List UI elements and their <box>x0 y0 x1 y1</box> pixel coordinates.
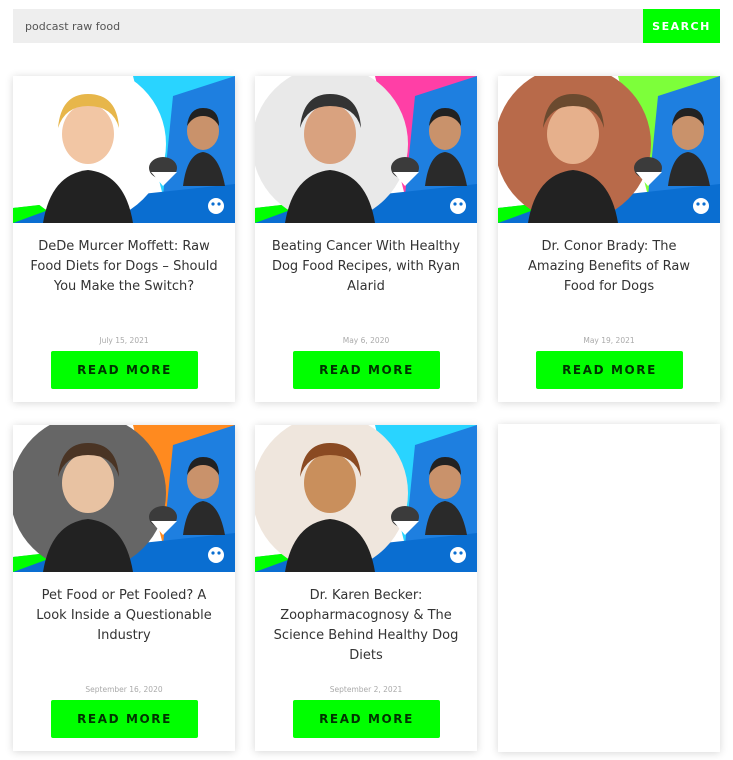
post-title[interactable]: Dr. Conor Brady: The Amazing Benefits of… <box>512 237 706 297</box>
thumbnail-graphic <box>255 425 477 572</box>
thumbnail-graphic <box>13 425 235 572</box>
post-card[interactable]: Dr. Conor Brady: The Amazing Benefits of… <box>498 76 720 402</box>
post-thumbnail[interactable] <box>13 76 235 223</box>
post-date: September 16, 2020 <box>85 685 163 694</box>
search-bar: SEARCH <box>13 9 720 43</box>
post-thumbnail[interactable] <box>13 425 235 572</box>
search-input[interactable] <box>13 9 643 43</box>
post-thumbnail[interactable] <box>255 425 477 572</box>
read-more-button[interactable]: READ MORE <box>536 351 683 389</box>
post-card[interactable]: Beating Cancer With Healthy Dog Food Rec… <box>255 76 477 402</box>
post-title[interactable]: Dr. Karen Becker: Zoopharmacognosy & The… <box>269 586 463 666</box>
read-more-button[interactable]: READ MORE <box>51 700 198 738</box>
post-card[interactable]: Pet Food or Pet Fooled? A Look Inside a … <box>13 425 235 751</box>
post-thumbnail[interactable] <box>255 76 477 223</box>
post-date: September 2, 2021 <box>329 685 403 694</box>
read-more-button[interactable]: READ MORE <box>293 351 440 389</box>
post-date: May 6, 2020 <box>342 336 390 345</box>
post-title[interactable]: Pet Food or Pet Fooled? A Look Inside a … <box>27 586 221 646</box>
post-card[interactable]: Dr. Karen Becker: Zoopharmacognosy & The… <box>255 425 477 751</box>
thumbnail-graphic <box>13 76 235 223</box>
post-title[interactable]: DeDe Murcer Moffett: Raw Food Diets for … <box>27 237 221 297</box>
post-card[interactable]: DeDe Murcer Moffett: Raw Food Diets for … <box>13 76 235 402</box>
search-button[interactable]: SEARCH <box>643 9 720 43</box>
thumbnail-graphic <box>498 76 720 223</box>
thumbnail-graphic <box>255 76 477 223</box>
post-date: May 19, 2021 <box>583 336 635 345</box>
post-date: July 15, 2021 <box>99 336 149 345</box>
read-more-button[interactable]: READ MORE <box>51 351 198 389</box>
post-thumbnail[interactable] <box>498 76 720 223</box>
empty-card-slot <box>498 424 720 752</box>
post-title[interactable]: Beating Cancer With Healthy Dog Food Rec… <box>269 237 463 297</box>
read-more-button[interactable]: READ MORE <box>293 700 440 738</box>
